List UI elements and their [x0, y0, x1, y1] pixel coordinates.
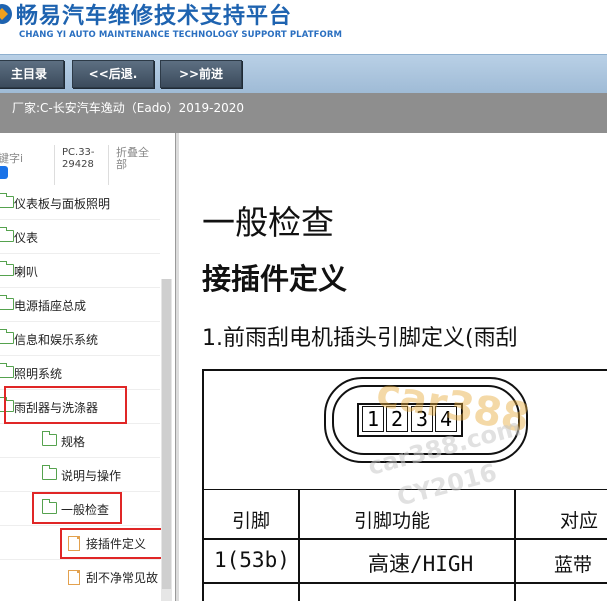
tree-item-power-outlet[interactable]: 电源插座总成 [0, 288, 160, 322]
tree-item-dashboard-lighting[interactable]: 仪表板与面板照明 [0, 186, 160, 220]
collapse-line2: 部 [116, 158, 127, 171]
folder-icon [0, 363, 14, 378]
tree-item-label: 电源插座总成 [14, 299, 87, 313]
table-row-line [204, 538, 607, 540]
tree-item-description[interactable]: 说明与操作 [0, 458, 160, 492]
folder-icon [42, 465, 57, 480]
tree-item-wiper-issue[interactable]: 刮不净常见故 [0, 560, 160, 594]
tree-item-specs[interactable]: 规格 [0, 424, 160, 458]
tree-item-infotainment[interactable]: 信息和娱乐系统 [0, 322, 160, 356]
tree-item-label: 喇叭 [14, 265, 39, 279]
pane-divider[interactable] [176, 133, 179, 601]
divider [54, 145, 55, 185]
folder-icon [0, 193, 14, 208]
subsection-title: 1.前雨刮电机插头引脚定义(雨刮 [202, 326, 518, 351]
highlight-box [60, 528, 166, 559]
section-title: 接插件定义 [202, 262, 348, 296]
search-hint: 键字i [0, 152, 24, 165]
pc-code-line2: 29428 [62, 159, 94, 170]
table-col-line [514, 490, 516, 601]
tree-item-label: 照明系统 [14, 367, 63, 381]
table-header: 引脚 [232, 510, 271, 532]
vehicle-info-bar: 厂家:C-长安汽车逸动（Eado）2019-2020 [0, 93, 607, 133]
scrollbar-thumb[interactable] [162, 279, 171, 589]
nav-bar: 主目录 <<后退. >>前进 [0, 54, 607, 93]
tree-item-label: 仪表 [14, 231, 39, 245]
document-icon [68, 570, 80, 585]
folder-icon [0, 261, 14, 276]
home-button[interactable]: 主目录 [0, 60, 64, 88]
table-cell: 高速/HIGH [368, 552, 474, 576]
tree-panel: 键字i PC.33- 29428 折叠全 部 仪表板与面板照明 仪表 喇叭 电源… [0, 133, 176, 601]
table-header: 对应 [560, 510, 599, 532]
divider [108, 145, 109, 185]
tree-item-label: 刮不净常见故 [86, 571, 159, 585]
tree-item-lighting[interactable]: 照明系统 [0, 356, 160, 390]
tree-item-label: 仪表板与面板照明 [14, 197, 111, 211]
pc-code: PC.33- 29428 [62, 147, 95, 171]
collapse-all-button[interactable]: 折叠全 部 [116, 147, 158, 171]
folder-icon [0, 227, 14, 242]
content-pane: 一般检查 接插件定义 1.前雨刮电机插头引脚定义(雨刮 1 2 3 4 引脚 引… [176, 133, 607, 601]
tree-item-horn[interactable]: 喇叭 [0, 254, 160, 288]
search-toggle[interactable] [0, 166, 8, 179]
logo-icon [0, 4, 12, 24]
page-title: 一般检查 [202, 203, 334, 242]
tree-item-label: 规格 [61, 435, 86, 449]
vehicle-label: 厂家:C-长安汽车逸动（Eado）2019-2020 [12, 101, 245, 115]
app-header: 畅易汽车维修技术支持平台 CHANG YI AUTO MAINTENANCE T… [0, 0, 607, 54]
back-button[interactable]: <<后退. [72, 60, 154, 88]
table-header: 引脚功能 [354, 510, 431, 532]
highlight-box [4, 386, 127, 424]
folder-icon [0, 329, 14, 344]
table-cell: 1(53b) [214, 548, 290, 572]
highlight-box [32, 492, 122, 524]
tree-item-label: 信息和娱乐系统 [14, 333, 99, 347]
brand-subtitle: CHANG YI AUTO MAINTENANCE TECHNOLOGY SUP… [19, 30, 343, 40]
folder-icon [42, 431, 57, 446]
forward-button[interactable]: >>前进 [160, 60, 242, 88]
folder-icon [0, 295, 14, 310]
tree-item-label: 说明与操作 [61, 469, 122, 483]
brand-title: 畅易汽车维修技术支持平台 [16, 4, 293, 29]
tree-item-instrument[interactable]: 仪表 [0, 220, 160, 254]
table-cell: 蓝带 [554, 554, 593, 576]
pc-code-line1: PC.33- [62, 147, 95, 158]
table-row-line [204, 582, 607, 584]
table-col-line [298, 490, 300, 601]
